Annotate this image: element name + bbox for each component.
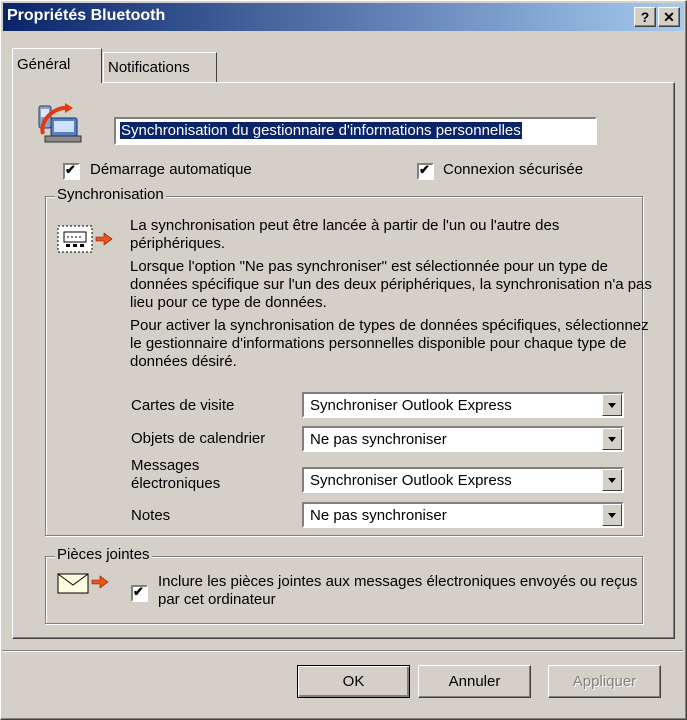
- ok-button[interactable]: OK: [297, 665, 410, 698]
- sync-paragraph-2: Lorsque l'option "Ne pas synchroniser" e…: [130, 258, 652, 311]
- tab-general[interactable]: Général: [12, 48, 102, 83]
- sync-paragraph-1: La synchronisation peut être lancée à pa…: [130, 217, 560, 252]
- chevron-down-icon[interactable]: [602, 469, 622, 491]
- cancel-button[interactable]: Annuler: [418, 665, 531, 698]
- apply-button-label: Appliquer: [572, 673, 637, 690]
- calendar-combobox[interactable]: Ne pas synchroniser: [302, 426, 624, 452]
- attachments-group-title: Pièces jointes: [55, 546, 152, 563]
- sync-group-title: Synchronisation: [55, 186, 166, 203]
- row-label-calendar: Objets de calendrier: [131, 430, 266, 447]
- service-name-value: Synchronisation du gestionnaire d'inform…: [120, 122, 522, 139]
- envelope-icon: [57, 573, 109, 594]
- secure-connection-label: Connexion sécurisée: [443, 161, 584, 178]
- secure-connection-checkbox[interactable]: [417, 162, 434, 180]
- service-name-field[interactable]: Synchronisation du gestionnaire d'inform…: [114, 117, 597, 145]
- auto-start-label: Démarrage automatique: [90, 161, 252, 178]
- notes-combobox-value: Ne pas synchroniser: [310, 507, 447, 524]
- ok-button-label: OK: [342, 673, 365, 690]
- sync-device-icon: [57, 225, 113, 253]
- row-label-email: Messages électroniques: [131, 457, 221, 492]
- email-combobox-value: Synchroniser Outlook Express: [310, 472, 512, 489]
- close-button[interactable]: ✕: [658, 7, 680, 27]
- apply-button[interactable]: Appliquer: [548, 665, 661, 698]
- chevron-down-icon[interactable]: [602, 428, 622, 450]
- tab-general-label: Général: [17, 56, 71, 73]
- contacts-combobox-value: Synchroniser Outlook Express: [310, 397, 512, 414]
- calendar-combobox-value: Ne pas synchroniser: [310, 431, 447, 448]
- window-title: Propriétés Bluetooth: [7, 7, 166, 24]
- contacts-combobox[interactable]: Synchroniser Outlook Express: [302, 392, 624, 418]
- notes-combobox[interactable]: Ne pas synchroniser: [302, 502, 624, 528]
- cancel-button-label: Annuler: [448, 673, 501, 690]
- chevron-down-icon[interactable]: [602, 504, 622, 526]
- email-combobox[interactable]: Synchroniser Outlook Express: [302, 467, 624, 493]
- include-attachments-checkbox[interactable]: [131, 584, 148, 602]
- button-separator: [2, 650, 683, 652]
- sync-paragraph-3: Pour activer la synchronisation de types…: [130, 317, 649, 370]
- pim-sync-icon: [38, 103, 82, 143]
- include-attachments-label: Inclure les pièces jointes aux messages …: [158, 573, 638, 608]
- tab-notifications-label: Notifications: [108, 59, 190, 76]
- tab-notifications[interactable]: Notifications: [103, 52, 217, 82]
- row-label-contacts: Cartes de visite: [131, 397, 235, 414]
- help-button[interactable]: ?: [634, 7, 656, 27]
- chevron-down-icon[interactable]: [602, 394, 622, 416]
- row-label-notes: Notes: [131, 507, 171, 524]
- auto-start-checkbox[interactable]: [63, 162, 80, 180]
- title-bar: Propriétés Bluetooth ? ✕: [3, 3, 684, 31]
